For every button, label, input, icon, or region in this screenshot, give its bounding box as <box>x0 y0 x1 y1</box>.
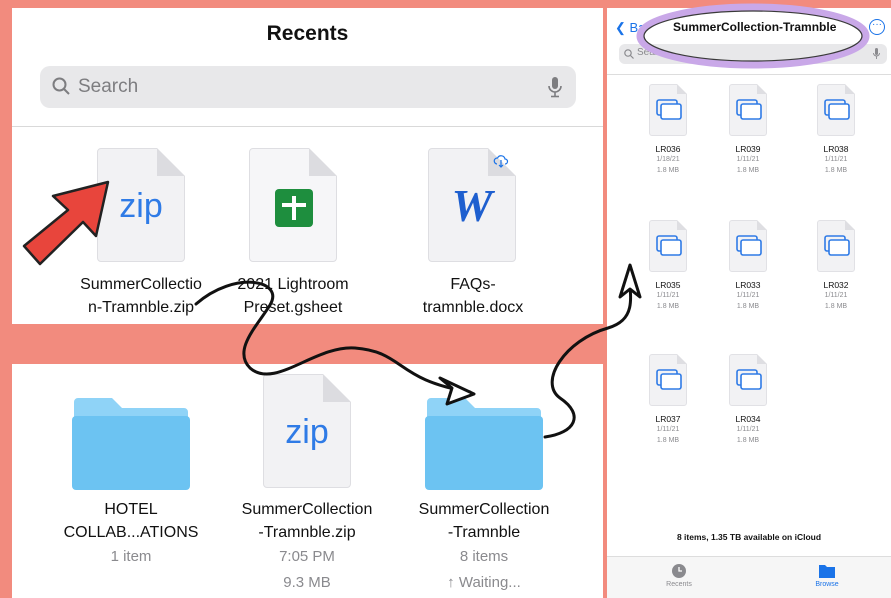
annotation-overlay <box>22 3 870 439</box>
curvy-arrow-annotation <box>194 280 472 394</box>
curvy-arrow-annotation <box>543 270 633 439</box>
arrowhead-icon <box>438 376 476 406</box>
red-arrow-annotation <box>22 180 110 266</box>
highlight-ellipse-annotation <box>636 3 870 69</box>
